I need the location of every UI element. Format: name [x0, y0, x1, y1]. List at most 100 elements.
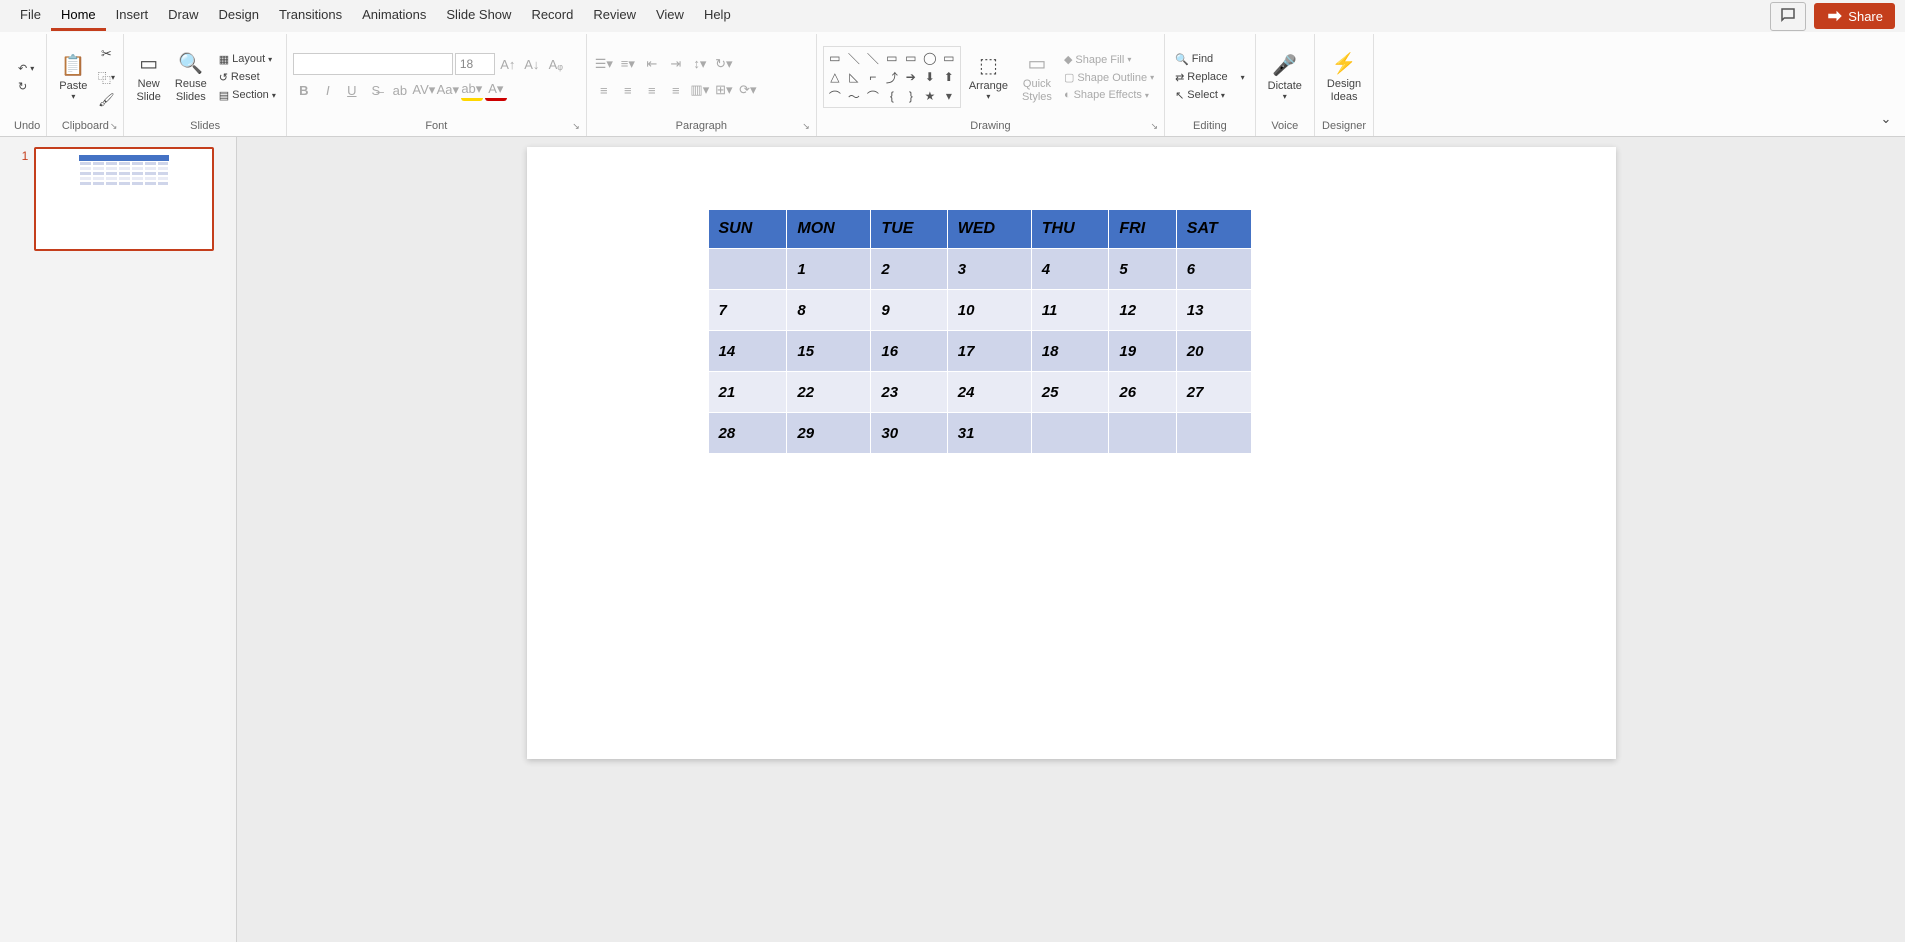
justify-button[interactable]: ≡: [665, 79, 687, 101]
copy-button[interactable]: ⿻▾: [95, 66, 117, 88]
columns-button[interactable]: ▥▾: [689, 79, 711, 101]
calendar-table[interactable]: SUN MON TUE WED THU FRI SAT 1 2 3: [708, 209, 1252, 454]
cal-cell[interactable]: 19: [1109, 331, 1176, 372]
collapse-ribbon-button[interactable]: ⌄: [1875, 108, 1897, 130]
cal-head-tue[interactable]: TUE: [871, 210, 947, 249]
cal-cell[interactable]: 28: [708, 413, 787, 454]
cal-cell[interactable]: 2: [871, 249, 947, 290]
cal-head-mon[interactable]: MON: [787, 210, 871, 249]
paragraph-launcher[interactable]: ↘: [802, 121, 810, 132]
cal-cell[interactable]: 8: [787, 290, 871, 331]
cal-cell[interactable]: 13: [1176, 290, 1251, 331]
tab-help[interactable]: Help: [694, 1, 741, 31]
cal-cell[interactable]: 24: [947, 372, 1031, 413]
cal-cell[interactable]: 5: [1109, 249, 1176, 290]
tab-slide-show[interactable]: Slide Show: [436, 1, 521, 31]
cal-cell[interactable]: 9: [871, 290, 947, 331]
shape-outline-button[interactable]: ▢ Shape Outline ▾: [1060, 69, 1158, 86]
tab-view[interactable]: View: [646, 1, 694, 31]
cal-cell[interactable]: 14: [708, 331, 787, 372]
align-center-button[interactable]: ≡: [617, 79, 639, 101]
decrease-indent-button[interactable]: ⇤: [641, 53, 663, 75]
cal-cell[interactable]: 17: [947, 331, 1031, 372]
cal-cell[interactable]: [708, 249, 787, 290]
underline-button[interactable]: U: [341, 79, 363, 101]
clipboard-launcher[interactable]: ↘: [110, 121, 118, 132]
align-right-button[interactable]: ≡: [641, 79, 663, 101]
cal-cell[interactable]: 4: [1031, 249, 1109, 290]
shapes-gallery[interactable]: ▭＼＼▭▭◯▭ △◺⌐⤴➔⬇⬆ ⌒～⌒{}★▾: [823, 46, 961, 108]
cal-cell[interactable]: [1031, 413, 1109, 454]
arrange-button[interactable]: ⬚ Arrange ▾: [963, 51, 1014, 103]
slide-canvas-area[interactable]: SUN MON TUE WED THU FRI SAT 1 2 3: [237, 137, 1905, 942]
text-direction-button[interactable]: ↻▾: [713, 53, 735, 75]
slide[interactable]: SUN MON TUE WED THU FRI SAT 1 2 3: [527, 147, 1616, 759]
cal-head-wed[interactable]: WED: [947, 210, 1031, 249]
cal-cell[interactable]: 15: [787, 331, 871, 372]
cal-cell[interactable]: 7: [708, 290, 787, 331]
line-spacing-button[interactable]: ↕▾: [689, 53, 711, 75]
cal-cell[interactable]: [1109, 413, 1176, 454]
italic-button[interactable]: I: [317, 79, 339, 101]
cal-cell[interactable]: 6: [1176, 249, 1251, 290]
reuse-slides-button[interactable]: 🔍 Reuse Slides: [169, 49, 213, 104]
cal-cell[interactable]: 16: [871, 331, 947, 372]
cal-cell[interactable]: 25: [1031, 372, 1109, 413]
layout-button[interactable]: ▦ Layout ▾: [215, 51, 280, 68]
increase-font-button[interactable]: A↑: [497, 53, 519, 75]
tab-animations[interactable]: Animations: [352, 1, 436, 31]
decrease-font-button[interactable]: A↓: [521, 53, 543, 75]
font-color-button[interactable]: A▾: [485, 79, 507, 101]
cal-head-fri[interactable]: FRI: [1109, 210, 1176, 249]
cal-cell[interactable]: 31: [947, 413, 1031, 454]
cal-cell[interactable]: 22: [787, 372, 871, 413]
shadow-button[interactable]: ab: [389, 79, 411, 101]
design-ideas-button[interactable]: ⚡ Design Ideas: [1321, 49, 1367, 104]
dictate-button[interactable]: 🎤 Dictate ▾: [1262, 51, 1308, 103]
strike-button[interactable]: S̶: [365, 79, 387, 101]
paste-button[interactable]: 📋 Paste ▾: [53, 51, 93, 103]
cal-head-sun[interactable]: SUN: [708, 210, 787, 249]
replace-button[interactable]: ⇄ Replace ▾: [1171, 69, 1249, 86]
cal-head-sat[interactable]: SAT: [1176, 210, 1251, 249]
slide-thumbnail-1[interactable]: 1: [22, 147, 215, 251]
change-case-button[interactable]: Aa▾: [437, 79, 459, 101]
find-button[interactable]: 🔍 Find: [1171, 51, 1249, 68]
smartart-button[interactable]: ⟳▾: [737, 79, 759, 101]
thumbnail-pane[interactable]: 1: [0, 137, 237, 942]
tab-insert[interactable]: Insert: [106, 1, 159, 31]
select-button[interactable]: ↖ Select ▾: [1171, 87, 1249, 104]
align-left-button[interactable]: ≡: [593, 79, 615, 101]
cal-head-thu[interactable]: THU: [1031, 210, 1109, 249]
reset-button[interactable]: ↺ Reset: [215, 69, 280, 86]
bullets-button[interactable]: ☰▾: [593, 53, 615, 75]
font-name-input[interactable]: [293, 53, 453, 75]
tab-record[interactable]: Record: [521, 1, 583, 31]
undo-button[interactable]: ↶▾: [14, 60, 38, 77]
highlight-button[interactable]: ab▾: [461, 79, 483, 101]
font-launcher[interactable]: ↘: [572, 121, 580, 132]
cal-cell[interactable]: 29: [787, 413, 871, 454]
tab-file[interactable]: File: [10, 1, 51, 31]
cal-cell[interactable]: 18: [1031, 331, 1109, 372]
format-painter-button[interactable]: 🖌: [95, 89, 117, 111]
cut-button[interactable]: ✂: [95, 43, 117, 65]
cal-cell[interactable]: [1176, 413, 1251, 454]
tab-transitions[interactable]: Transitions: [269, 1, 352, 31]
comments-button[interactable]: [1770, 2, 1806, 31]
clear-format-button[interactable]: Aᵩ: [545, 53, 567, 75]
tab-review[interactable]: Review: [583, 1, 646, 31]
cal-cell[interactable]: 30: [871, 413, 947, 454]
section-button[interactable]: ▤ Section ▾: [215, 87, 280, 104]
cal-cell[interactable]: 1: [787, 249, 871, 290]
tab-draw[interactable]: Draw: [158, 1, 208, 31]
redo-button[interactable]: ↻: [14, 78, 38, 95]
cal-cell[interactable]: 3: [947, 249, 1031, 290]
cal-cell[interactable]: 21: [708, 372, 787, 413]
cal-cell[interactable]: 20: [1176, 331, 1251, 372]
cal-cell[interactable]: 27: [1176, 372, 1251, 413]
char-spacing-button[interactable]: AV▾: [413, 79, 435, 101]
numbering-button[interactable]: ≡▾: [617, 53, 639, 75]
bold-button[interactable]: B: [293, 79, 315, 101]
share-button[interactable]: Share: [1814, 3, 1895, 29]
